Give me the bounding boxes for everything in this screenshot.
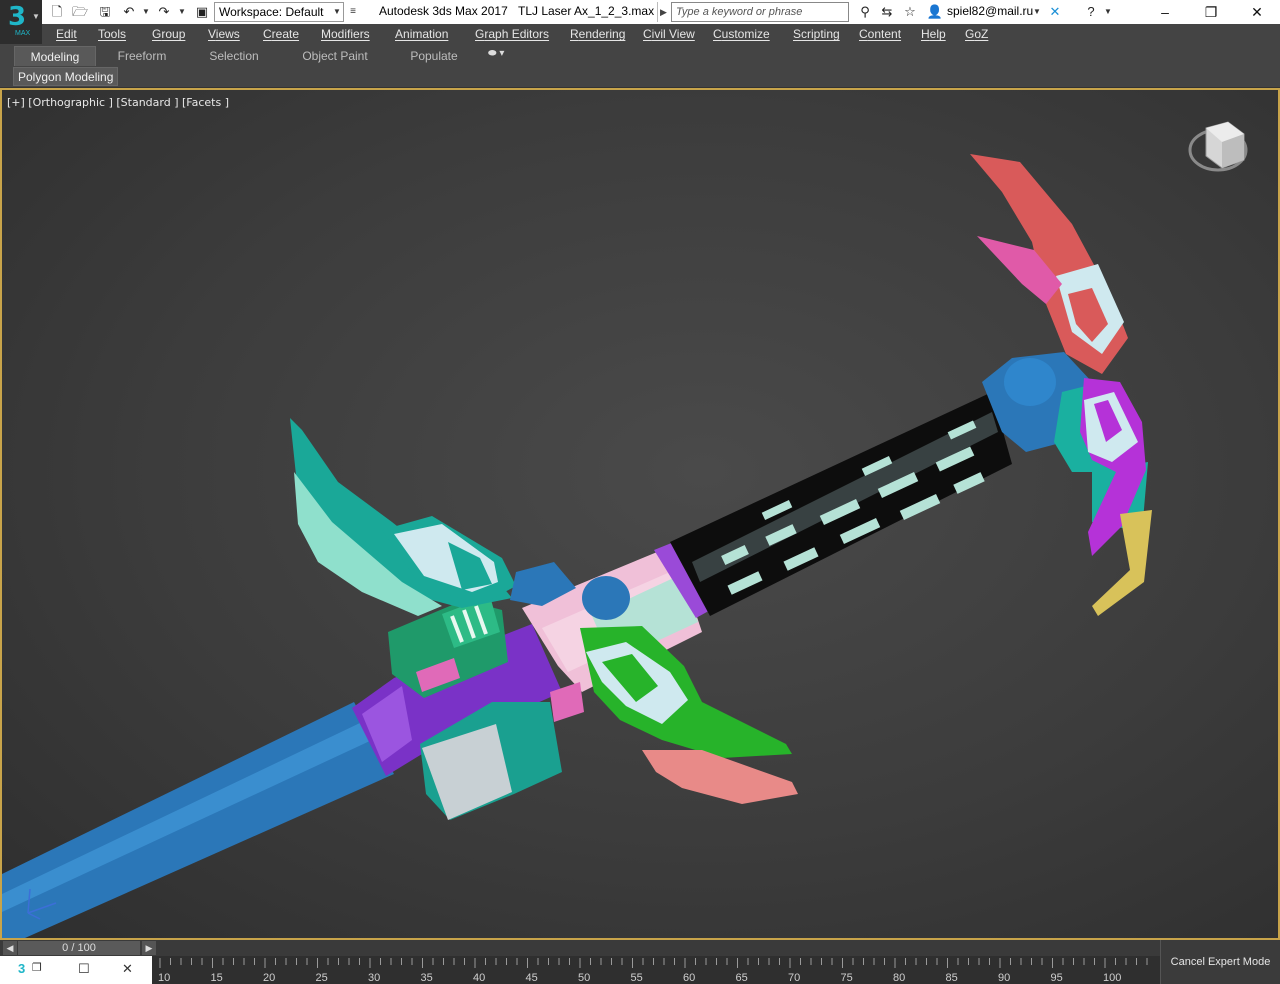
orthographic-viewport[interactable]: [+] [Orthographic ] [Standard ] [Facets … [0,88,1280,940]
binoculars-icon[interactable]: ⚲ [856,3,874,21]
axis-tripod-icon [27,888,57,920]
workspace-dropdown[interactable]: Workspace: Default [214,2,344,22]
maximize-icon[interactable]: ☐ [78,961,90,977]
redo-dropdown-icon[interactable]: ▼ [177,3,187,21]
menu-item-tools[interactable]: Tools [98,27,126,41]
menu-item-customize[interactable]: Customize [713,27,770,41]
track-tick-label: 75 [841,972,853,984]
chevron-down-icon[interactable]: ▼ [1103,3,1113,21]
axe-model-scene [2,154,1152,938]
close-icon[interactable]: ✕ [122,961,133,977]
search-input[interactable] [671,2,849,22]
menu-item-graph-editors[interactable]: Graph Editors [475,27,549,41]
new-file-icon[interactable]: 🗋 [48,3,66,21]
track-tick-label: 80 [893,972,905,984]
menu-item-animation[interactable]: Animation [395,27,448,41]
menu-item-create[interactable]: Create [263,27,299,41]
workspace-menu-icon[interactable]: ≡ [346,2,360,22]
tab-freeform[interactable]: Freeform [104,46,180,66]
save-icon[interactable]: 🖫 [96,3,114,21]
track-tick-label: 50 [578,972,590,984]
track-tick-label: 35 [421,972,433,984]
menu-item-group[interactable]: Group [152,27,185,41]
app-logo-glyph: 3 [8,2,27,32]
app-title: Autodesk 3ds Max 2017 [379,4,508,18]
ribbon-tabs: Modeling Freeform Selection Object Paint… [0,45,1280,66]
track-ticks: 10 15 20 25 30 35 40 45 50 55 60 65 70 75 80 85 90 95 100 [158,958,1148,984]
minimize-button[interactable]: – [1142,0,1188,24]
menu-item-civil-view[interactable]: Civil View [643,27,695,41]
track-tick-label: 40 [473,972,485,984]
track-tick-label: 15 [211,972,223,984]
chevron-down-icon[interactable]: ▼ [1032,3,1042,21]
undo-dropdown-icon[interactable]: ▼ [141,3,151,21]
user-account[interactable]: spiel82@mail.ru [947,4,1033,18]
chevron-down-icon: ▼ [32,12,40,21]
undo-icon[interactable]: ↶ [120,3,138,21]
track-tick-label: 95 [1051,972,1063,984]
track-bar[interactable]: 10 15 20 25 30 35 40 45 50 55 60 65 70 75 80 85 90 95 100 [152,956,1160,984]
polygon-modeling-panel[interactable]: Polygon Modeling [13,67,119,86]
track-tick-label: 55 [631,972,643,984]
cancel-expert-mode-button[interactable]: Cancel Expert Mode [1160,940,1280,984]
track-tick-label: 90 [998,972,1010,984]
track-tick-label: 100 [1103,972,1121,984]
handle-highlight [2,722,372,912]
title-bar: 3 MAX ▼ 🗋 🗁 🖫 ↶ ▼ ↷ ▼ ▣ Workspace: Defau… [0,0,1280,44]
menu-item-scripting[interactable]: Scripting [793,27,840,41]
time-prev-button[interactable]: ◀ [3,941,17,955]
tab-populate[interactable]: Populate [398,46,470,66]
track-tick-label: 70 [788,972,800,984]
menu-item-goz[interactable]: GoZ [965,27,988,41]
close-button[interactable]: ✕ [1234,0,1280,24]
help-icon[interactable]: ? [1082,3,1100,21]
track-tick-label: 45 [526,972,538,984]
autodesk-x-icon[interactable]: ✕ [1046,3,1064,21]
track-tick-label: 25 [316,972,328,984]
time-slider-bar: ◀ 0 / 100 ▶ [0,940,1160,956]
ribbon-display-toggle-icon[interactable]: ⬬ ▾ [488,48,516,62]
app-logo-sub: MAX [15,30,31,37]
user-icon[interactable]: 👤 [926,3,944,21]
menu-item-views[interactable]: Views [208,27,240,41]
track-tick-label: 30 [368,972,380,984]
track-tick-label: 20 [263,972,275,984]
track-tick-label: 85 [946,972,958,984]
tab-modeling[interactable]: Modeling [14,46,96,66]
time-next-button[interactable]: ▶ [142,941,156,955]
app-window: 3 MAX ▼ 🗋 🗁 🖫 ↶ ▼ ↷ ▼ ▣ Workspace: Defau… [0,0,1280,984]
redo-icon[interactable]: ↷ [155,3,173,21]
restore-button[interactable]: ❐ [1188,0,1234,24]
exchange-icon[interactable]: ⇆ [878,3,896,21]
menu-item-modifiers[interactable]: Modifiers [321,27,370,41]
menu-bar: Edit Tools Group Views Create Modifiers Animat… [42,24,1280,45]
menu-item-help[interactable]: Help [921,27,946,41]
chevron-down-icon[interactable]: ▼ [331,2,343,22]
time-slider[interactable]: 0 / 100 [18,941,140,955]
tab-object-paint[interactable]: Object Paint [290,46,380,66]
menu-item-edit[interactable]: Edit [56,27,77,41]
app-logo-button[interactable]: 3 MAX ▼ [0,0,42,44]
project-icon[interactable]: ▣ [193,3,211,21]
viewcube-icon[interactable] [1188,110,1252,180]
viewport-label[interactable]: [+] [Orthographic ] [Standard ] [Facets … [7,96,229,109]
file-name: TLJ Laser Ax_1_2_3.max [518,4,655,18]
menu-item-content[interactable]: Content [859,27,901,41]
restore-icon[interactable]: ❐ [32,961,42,974]
bottom-left-toolbar: 3 ❐ ☐ ✕ [0,956,152,984]
tab-selection[interactable]: Selection [196,46,272,66]
app-small-logo-icon: 3 [18,961,26,976]
track-tick-label: 60 [683,972,695,984]
expand-arrow-icon[interactable]: ▶ [657,2,669,22]
menu-item-rendering[interactable]: Rendering [570,27,625,41]
star-icon[interactable]: ☆ [901,3,919,21]
open-file-icon[interactable]: 🗁 [71,3,89,21]
salmon-lower-wing [642,750,798,804]
ribbon-panel: Polygon Modeling [0,66,1280,88]
track-tick-label: 65 [736,972,748,984]
track-tick-label: 10 [158,972,170,984]
